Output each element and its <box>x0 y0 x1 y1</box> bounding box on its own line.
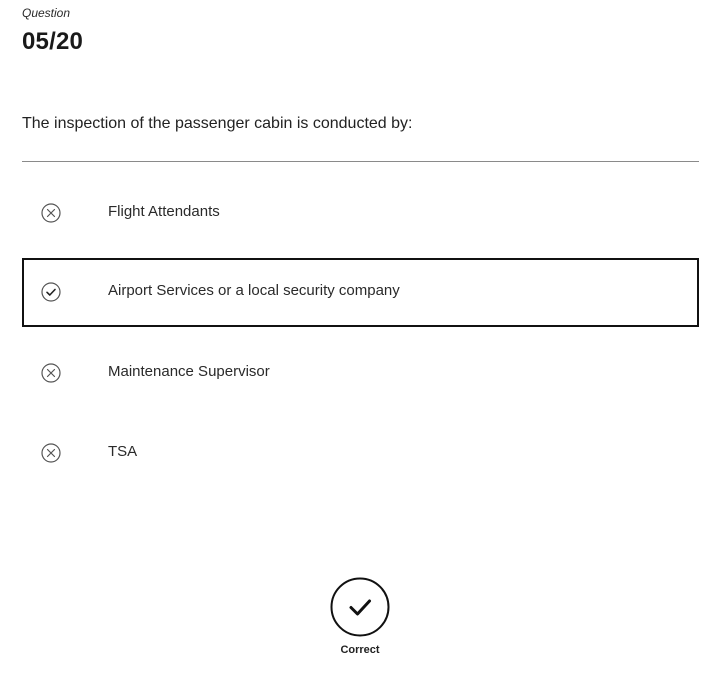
answer-option-label: Airport Services or a local security com… <box>108 282 400 299</box>
answer-option-2[interactable]: Airport Services or a local security com… <box>22 258 699 327</box>
question-number: 05/20 <box>22 28 84 55</box>
question-label: Question <box>22 6 71 20</box>
x-circle-icon <box>41 363 61 383</box>
answer-option-label: TSA <box>108 443 138 460</box>
check-circle-icon <box>330 577 390 637</box>
answer-option-label: Flight Attendants <box>108 203 220 220</box>
answer-option-1[interactable]: Flight Attendants <box>22 179 699 248</box>
result-icon-check <box>330 577 390 637</box>
divider <box>22 161 699 162</box>
x-circle-icon <box>41 443 61 463</box>
answer-option-label: Maintenance Supervisor <box>108 363 270 380</box>
x-circle-icon <box>41 203 61 223</box>
question-text: The inspection of the passenger cabin is… <box>22 115 413 132</box>
check-circle-icon <box>41 282 61 302</box>
result-label: Correct <box>340 644 380 656</box>
answer-option-4[interactable]: TSA <box>22 419 699 488</box>
answer-option-3[interactable]: Maintenance Supervisor <box>22 339 699 408</box>
